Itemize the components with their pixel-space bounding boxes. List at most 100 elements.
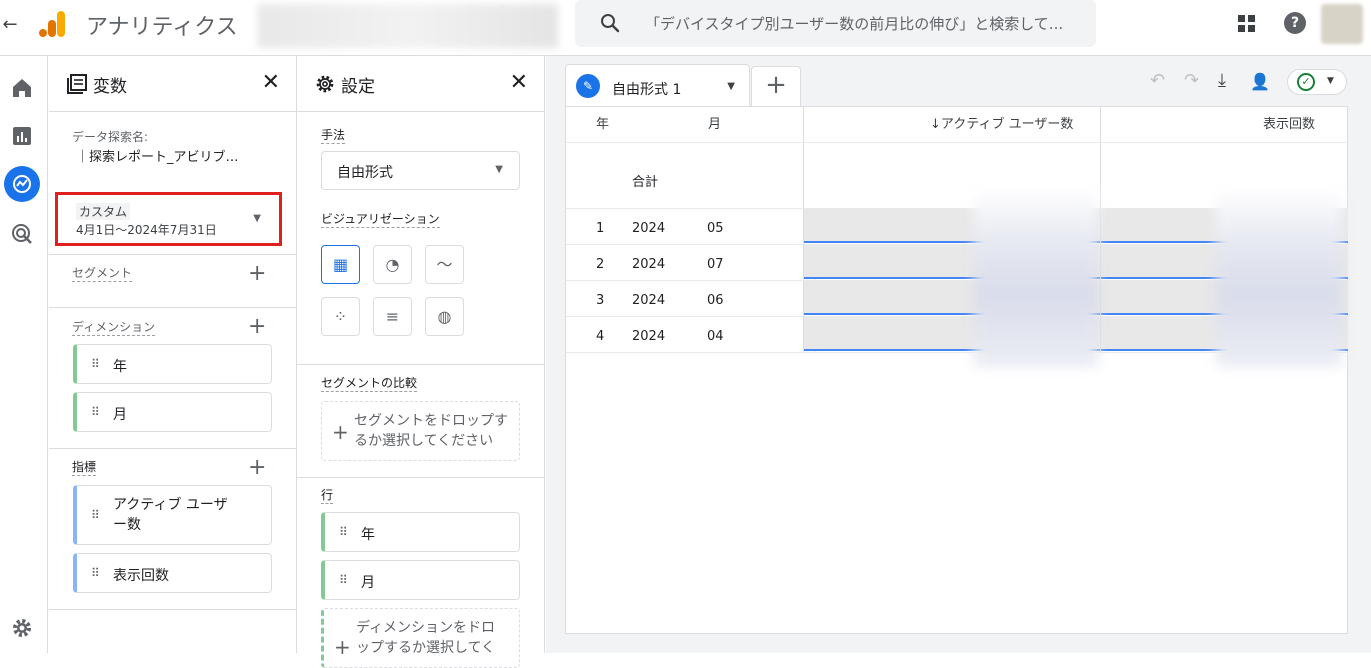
status-dropdown[interactable]: ✓ ▼ — [1287, 69, 1347, 95]
month-cell: 04 — [707, 329, 724, 344]
column-header-month[interactable]: 月 — [708, 107, 721, 143]
geo-map-viz-icon[interactable]: ◍ — [425, 297, 464, 336]
donut-viz-icon[interactable]: ◔ — [373, 245, 412, 284]
avatar[interactable] — [1321, 4, 1363, 44]
apps-grid-icon[interactable] — [1237, 14, 1257, 34]
account-selector[interactable] — [258, 4, 558, 48]
exploration-canvas: ✎ 自由形式 1 ▼ + ↶ ↷ ⤓ 👤 ✓ ▼ 年 月 ↓アクティブ ユーザー… — [546, 56, 1371, 653]
segment-drop-zone[interactable]: + セグメントをドロップするか選択してください — [321, 401, 520, 461]
advertising-icon[interactable] — [10, 222, 34, 246]
divider — [49, 448, 296, 449]
settings-panel-header: 設定 ✕ — [297, 56, 544, 112]
variables-icon — [67, 74, 87, 94]
drag-handle-icon[interactable]: ⠿ — [91, 508, 100, 522]
drag-handle-icon[interactable]: ⠿ — [339, 525, 348, 539]
search-bar[interactable]: 「デバイスタイプ別ユーザー数の前月比の伸び」と検索して... — [575, 0, 1096, 47]
undo-icon[interactable]: ↶ — [1150, 70, 1165, 91]
help-icon[interactable]: ? — [1284, 12, 1306, 34]
close-settings-icon[interactable]: ✕ — [510, 70, 528, 95]
row-chip[interactable]: ⠿ 年 — [321, 512, 520, 552]
left-nav-rail — [0, 56, 48, 653]
drag-handle-icon[interactable]: ⠿ — [91, 357, 100, 371]
date-range-tag: カスタム — [76, 203, 131, 220]
add-metric-icon[interactable]: + — [248, 457, 266, 479]
row-chip-label: 年 — [361, 527, 375, 543]
scatter-viz-icon[interactable]: ⁘ — [321, 297, 360, 336]
plus-icon: + — [332, 420, 349, 444]
month-cell: 05 — [707, 221, 724, 236]
gear-icon — [316, 75, 334, 93]
search-placeholder: 「デバイスタイプ別ユーザー数の前月比の伸び」と検索して... — [645, 15, 1064, 33]
drag-handle-icon[interactable]: ⠿ — [339, 573, 348, 587]
technique-value: 自由形式 — [337, 165, 393, 181]
drag-handle-icon[interactable]: ⠿ — [91, 566, 100, 580]
dimension-drop-text: ディメンションをドロップするか選択してく — [356, 620, 496, 656]
year-cell: 2024 — [632, 293, 666, 308]
column-header-year[interactable]: 年 — [596, 107, 609, 143]
redacted-views-values — [1216, 187, 1342, 367]
exploration-name-input[interactable]: ｜探索レポート_アビリブ… — [76, 146, 239, 165]
tab-freeform[interactable]: ✎ 自由形式 1 ▼ — [565, 64, 750, 106]
row-index: 3 — [596, 293, 605, 308]
dimension-chip-label: 年 — [113, 359, 127, 375]
dimensions-label: ディメンション — [72, 320, 156, 336]
dimension-chip[interactable]: ⠿ 年 — [73, 344, 272, 384]
app-title: アナリティクス — [86, 15, 238, 40]
redo-icon[interactable]: ↷ — [1184, 70, 1199, 91]
download-icon[interactable]: ⤓ — [1218, 70, 1226, 91]
check-circle-icon: ✓ — [1297, 73, 1315, 91]
variables-panel-header: 変数 ✕ — [49, 56, 296, 112]
divider — [297, 477, 544, 478]
column-header-active-users[interactable]: ↓アクティブ ユーザー数 — [930, 107, 1073, 143]
table-viz-icon[interactable]: ▦ — [321, 245, 360, 284]
settings-title: 設定 — [341, 77, 375, 97]
close-variables-icon[interactable]: ✕ — [262, 70, 280, 95]
variables-title: 変数 — [93, 77, 127, 97]
divider — [49, 254, 296, 255]
metric-chip[interactable]: ⠿ 表示回数 — [73, 553, 272, 593]
dropdown-arrow-icon[interactable]: ▼ — [727, 81, 735, 92]
top-bar: ← アナリティクス 「デバイスタイプ別ユーザー数の前月比の伸び」と検索して...… — [0, 0, 1371, 56]
row-index: 2 — [596, 257, 605, 272]
exploration-name-label: データ探索名: — [72, 130, 149, 144]
column-header-views[interactable]: 表示回数 — [1263, 107, 1315, 143]
metrics-label: 指標 — [72, 460, 97, 476]
metric-chip-label: アクティブ ユーザ ー数 — [113, 497, 228, 533]
date-range-picker[interactable]: カスタム 4月1日～2024年7月31日 ▼ — [55, 192, 282, 246]
freeform-table: 年 月 ↓アクティブ ユーザー数 表示回数 合計 1 2024 05 2 202… — [565, 106, 1349, 634]
divider — [49, 609, 296, 610]
analytics-logo-icon — [39, 11, 65, 37]
drag-handle-icon[interactable]: ⠿ — [91, 405, 100, 419]
home-icon[interactable] — [10, 76, 34, 100]
month-cell: 07 — [707, 257, 724, 272]
dropdown-arrow-icon: ▼ — [1327, 76, 1334, 86]
settings-gear-icon[interactable] — [10, 616, 34, 640]
share-user-icon[interactable]: 👤 — [1250, 72, 1270, 91]
visualization-label: ビジュアリゼーション — [321, 212, 440, 228]
date-range-value: 4月1日～2024年7月31日 — [76, 223, 217, 237]
year-cell: 2024 — [632, 221, 666, 236]
dimension-drop-zone[interactable]: + ディメンションをドロップするか選択してく — [321, 608, 520, 668]
row-divider — [566, 142, 1349, 143]
total-label: 合計 — [632, 175, 659, 190]
dimension-chip[interactable]: ⠿ 月 — [73, 392, 272, 432]
technique-select[interactable]: 自由形式 ▼ — [321, 151, 520, 190]
bar-viz-icon[interactable]: ≡ — [373, 297, 412, 336]
metric-chip[interactable]: ⠿ アクティブ ユーザ ー数 — [73, 485, 272, 545]
back-arrow-icon[interactable]: ← — [0, 14, 20, 38]
divider — [297, 364, 544, 365]
redacted-active-users-values — [974, 187, 1098, 367]
add-segment-icon[interactable]: + — [248, 263, 266, 285]
year-cell: 2024 — [632, 329, 666, 344]
add-tab-button[interactable]: + — [751, 66, 801, 106]
month-cell: 06 — [707, 293, 724, 308]
row-chip[interactable]: ⠿ 月 — [321, 560, 520, 600]
technique-label: 手法 — [321, 128, 346, 144]
reports-icon[interactable] — [10, 124, 34, 148]
dropdown-arrow-icon: ▼ — [253, 213, 261, 224]
dropdown-arrow-icon: ▼ — [495, 164, 503, 175]
settings-panel: 設定 ✕ 手法 自由形式 ▼ ビジュアリゼーション ▦ ◔ 〜 ⁘ ≡ ◍ セグ… — [297, 56, 545, 668]
rows-label: 行 — [321, 488, 334, 504]
add-dimension-icon[interactable]: + — [248, 316, 266, 338]
line-viz-icon[interactable]: 〜 — [425, 245, 464, 284]
